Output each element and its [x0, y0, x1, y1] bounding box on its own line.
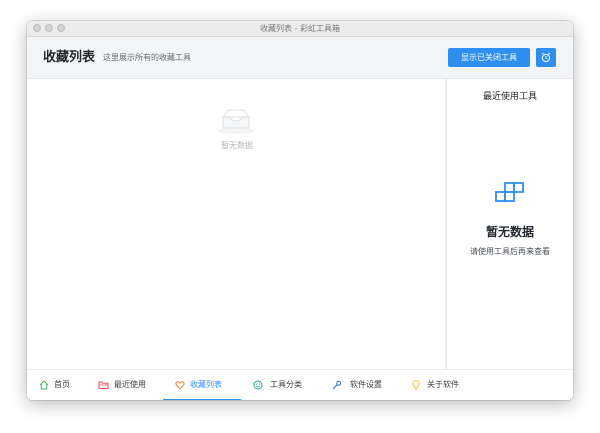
nav-label-settings: 软件设置 — [350, 380, 382, 389]
wrench-icon — [332, 380, 342, 390]
nav-label-categories: 工具分类 — [270, 380, 302, 389]
alarm-button[interactable] — [536, 48, 556, 67]
window-title: 收藏列表 - 彩虹工具箱 — [260, 24, 340, 33]
folder-icon — [98, 381, 109, 389]
nav-label-about: 关于软件 — [427, 380, 459, 389]
recent-empty-description: 请使用工具后再来查看 — [470, 247, 550, 256]
page-subtitle: 这里展示所有的收藏工具 — [103, 53, 191, 62]
show-closed-tools-button[interactable]: 显示已关闭工具 — [448, 48, 530, 67]
nav-label-recent: 最近使用 — [114, 380, 146, 389]
home-icon — [39, 380, 49, 390]
page-header: 收藏列表 这里展示所有的收藏工具 显示已关闭工具 — [27, 37, 573, 79]
nav-item-categories[interactable]: 工具分类 — [253, 370, 323, 400]
active-tab-indicator — [163, 399, 241, 400]
nav-label-favorites: 收藏列表 — [190, 380, 222, 389]
bulb-icon — [412, 380, 420, 390]
recent-empty-title: 暂无数据 — [485, 225, 534, 239]
recent-tools-panel: 最近使用工具 暂无数据 请使用工具后再来查看 — [447, 79, 573, 369]
nav-item-settings[interactable]: 软件设置 — [332, 370, 402, 400]
page-title: 收藏列表 — [43, 50, 96, 65]
recent-tools-title: 最近使用工具 — [482, 92, 537, 102]
title-bar: 收藏列表 - 彩虹工具箱 — [27, 21, 573, 37]
empty-inbox-icon — [218, 109, 254, 134]
category-icon — [253, 380, 263, 390]
heart-icon — [175, 381, 185, 390]
nav-label-home: 首页 — [54, 380, 70, 389]
nav-item-favorites[interactable]: 收藏列表 — [175, 370, 245, 400]
alarm-clock-icon — [541, 52, 551, 63]
empty-text: 暂无数据 — [221, 141, 253, 150]
nav-item-recent[interactable]: 最近使用 — [98, 370, 168, 400]
nav-item-home[interactable]: 首页 — [39, 370, 89, 400]
nav-item-about[interactable]: 关于软件 — [412, 370, 482, 400]
blocks-icon — [495, 182, 524, 202]
app-window: 收藏列表 - 彩虹工具箱 收藏列表 这里展示所有的收藏工具 显示已关闭工具 暂无… — [27, 21, 573, 400]
favorites-list-panel: 暂无数据 — [27, 79, 445, 369]
bottom-nav: 首页 最近使用 收藏列表 工具分类 软件设置 关于软件 — [27, 369, 573, 400]
